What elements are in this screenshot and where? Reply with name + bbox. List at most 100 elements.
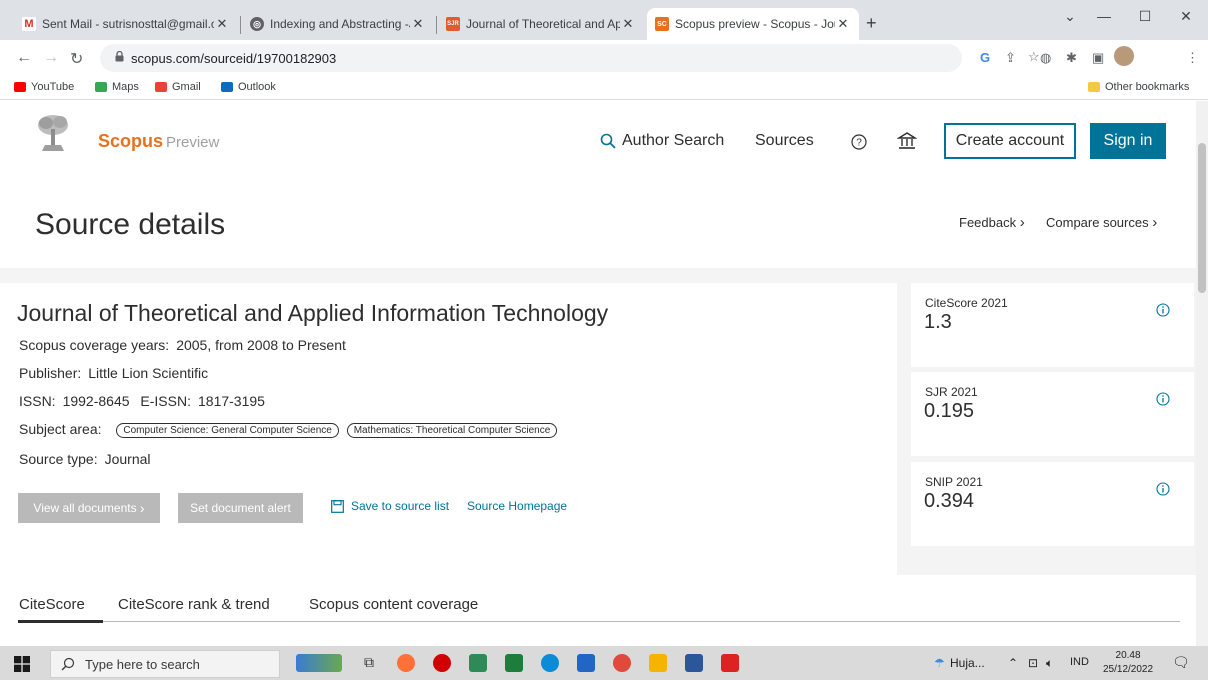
bookmark-youtube[interactable]: YouTube <box>14 81 74 93</box>
metric-value: 0.195 <box>924 400 975 422</box>
firefox-icon[interactable] <box>397 654 415 672</box>
language-indicator[interactable]: IND <box>1070 656 1089 668</box>
elsevier-tree-logo[interactable] <box>34 111 72 155</box>
compare-label: Compare sources <box>1046 215 1149 230</box>
lock-icon <box>115 51 124 62</box>
folder-icon <box>1088 82 1100 92</box>
notification-icon[interactable]: 🗨︎ <box>1172 654 1190 671</box>
acrobat-icon[interactable] <box>721 654 739 672</box>
tab-title: Journal of Theoretical and Applie <box>466 17 620 31</box>
weather-icon: ☂ <box>934 656 945 670</box>
feedback-link[interactable]: Feedback › <box>959 214 1025 231</box>
sources-link[interactable]: Sources <box>755 132 814 150</box>
tab-title: Scopus preview - Scopus - Journ <box>675 17 835 31</box>
bookmark-gmail[interactable]: Gmail <box>155 81 201 93</box>
subject-label: Subject area: <box>19 421 102 437</box>
author-search-label: Author Search <box>622 132 725 149</box>
scrollbar-thumb[interactable] <box>1198 143 1206 293</box>
save-to-source-list-link[interactable]: Save to source list <box>331 499 449 513</box>
network-icon[interactable]: ⊡ <box>1028 656 1038 670</box>
bookmark-star-icon[interactable]: ☆ <box>1028 49 1040 65</box>
clock-time: 20.48 <box>1115 650 1141 661</box>
feedback-label: Feedback <box>959 215 1017 230</box>
tab-title: Indexing and Abstracting -Journa <box>270 17 410 31</box>
bookmark-label: Maps <box>112 81 139 93</box>
author-search-link[interactable]: Author Search <box>600 132 724 150</box>
subject-chip[interactable]: Computer Science: General Computer Scien… <box>116 423 339 438</box>
bookmarks-bar: YouTube Maps Gmail Outlook Other bookmar… <box>0 76 1208 100</box>
subject-chip[interactable]: Mathematics: Theoretical Computer Scienc… <box>346 423 558 438</box>
news-widget-icon[interactable] <box>296 654 342 672</box>
taskbar-clock[interactable]: 20.48 25/12/2022 <box>1103 649 1153 677</box>
tab-indexing[interactable]: ◎ Indexing and Abstracting -Journa ✕ <box>242 8 434 40</box>
side-panel-icon[interactable]: ▣ <box>1092 50 1104 66</box>
new-tab-button[interactable]: + <box>866 13 877 34</box>
close-icon[interactable]: ✕ <box>410 16 426 32</box>
windows-start-icon[interactable] <box>14 656 30 672</box>
profile-avatar[interactable] <box>1114 46 1134 66</box>
tab-citescore-rank-trend[interactable]: CiteScore rank & trend <box>118 596 270 613</box>
minimize-button[interactable]: — <box>1089 8 1119 24</box>
snip-card: SNIP 2021 0.394 <box>911 462 1194 546</box>
edge-icon[interactable] <box>541 654 559 672</box>
search-icon <box>600 133 616 149</box>
tab-scopus[interactable]: SC Scopus preview - Scopus - Journ ✕ <box>647 8 859 40</box>
tab-title: Sent Mail - sutrisnosttal@gmail.c <box>42 17 214 31</box>
chevron-up-icon[interactable]: ⌃ <box>1008 656 1018 670</box>
info-icon[interactable] <box>1156 482 1170 496</box>
source-homepage-link[interactable]: Source Homepage <box>467 499 567 513</box>
tab-search-chevron-icon[interactable]: ⌄ <box>1055 8 1085 25</box>
reload-icon[interactable]: ↻ <box>70 49 83 69</box>
tab-gmail[interactable]: M Sent Mail - sutrisnosttal@gmail.c ✕ <box>14 8 238 40</box>
page-scrollbar[interactable] <box>1196 101 1208 646</box>
maximize-button[interactable]: ☐ <box>1130 8 1160 25</box>
back-arrow-icon[interactable]: ← <box>16 49 32 67</box>
info-icon[interactable] <box>1156 392 1170 406</box>
opera-icon[interactable] <box>433 654 451 672</box>
extension-globe-icon[interactable]: ◍ <box>1040 50 1051 66</box>
volume-icon[interactable]: 🔈︎ <box>1046 656 1053 671</box>
menu-kebab-icon[interactable]: ⋮ <box>1186 50 1199 66</box>
tab-citescore[interactable]: CiteScore <box>19 596 85 613</box>
sign-in-button[interactable]: Sign in <box>1090 123 1166 159</box>
weather-label[interactable]: Huja... <box>950 656 985 670</box>
other-bookmarks-folder[interactable]: Other bookmarks <box>1088 81 1189 93</box>
close-icon[interactable]: ✕ <box>214 16 230 32</box>
scopus-brand[interactable]: Scopus <box>98 131 163 152</box>
close-icon[interactable]: ✕ <box>620 16 636 32</box>
word-icon[interactable] <box>685 654 703 672</box>
save-disk-icon <box>331 499 344 513</box>
set-document-alert-button[interactable]: Set document alert <box>178 493 303 523</box>
tab-scopus-content-coverage[interactable]: Scopus content coverage <box>309 596 478 613</box>
store-icon[interactable] <box>577 654 595 672</box>
notes-icon[interactable] <box>505 654 523 672</box>
taskbar-search-box[interactable]: Type here to search <box>50 650 280 678</box>
browser-tab-strip: M Sent Mail - sutrisnosttal@gmail.c ✕ ◎ … <box>0 0 1208 40</box>
bookmark-maps[interactable]: Maps <box>95 81 139 93</box>
task-view-icon[interactable]: ⧉ <box>360 654 378 672</box>
forward-arrow-icon[interactable]: → <box>43 49 59 67</box>
google-lens-icon[interactable]: G <box>980 50 990 65</box>
view-all-documents-button[interactable]: View all documents › <box>18 493 160 523</box>
close-icon[interactable]: ✕ <box>835 16 851 32</box>
help-question-icon[interactable]: ? <box>851 134 867 150</box>
tab-sjr[interactable]: SJR Journal of Theoretical and Applie ✕ <box>438 8 644 40</box>
publisher-label: Publisher: <box>19 365 82 381</box>
metric-label: SNIP 2021 <box>925 475 983 489</box>
metric-label: SJR 2021 <box>925 385 978 399</box>
close-window-button[interactable]: ✕ <box>1171 8 1201 25</box>
create-account-button[interactable]: Create account <box>944 123 1076 159</box>
file-explorer-icon[interactable] <box>649 654 667 672</box>
extensions-puzzle-icon[interactable]: ✱ <box>1066 50 1077 66</box>
compare-sources-link[interactable]: Compare sources › <box>1046 214 1157 231</box>
tab-divider <box>240 16 241 34</box>
bookmark-label: YouTube <box>31 81 75 93</box>
share-icon[interactable]: ⇪ <box>1005 50 1016 66</box>
camo-icon[interactable] <box>469 654 487 672</box>
address-bar[interactable]: scopus.com/sourceid/19700182903 G ⇪ ☆ <box>100 44 1040 72</box>
publisher-row: Publisher: Little Lion Scientific <box>19 365 208 381</box>
info-icon[interactable] <box>1156 303 1170 317</box>
institution-icon[interactable] <box>897 131 917 151</box>
chrome-icon[interactable] <box>613 654 631 672</box>
bookmark-outlook[interactable]: Outlook <box>221 81 276 93</box>
